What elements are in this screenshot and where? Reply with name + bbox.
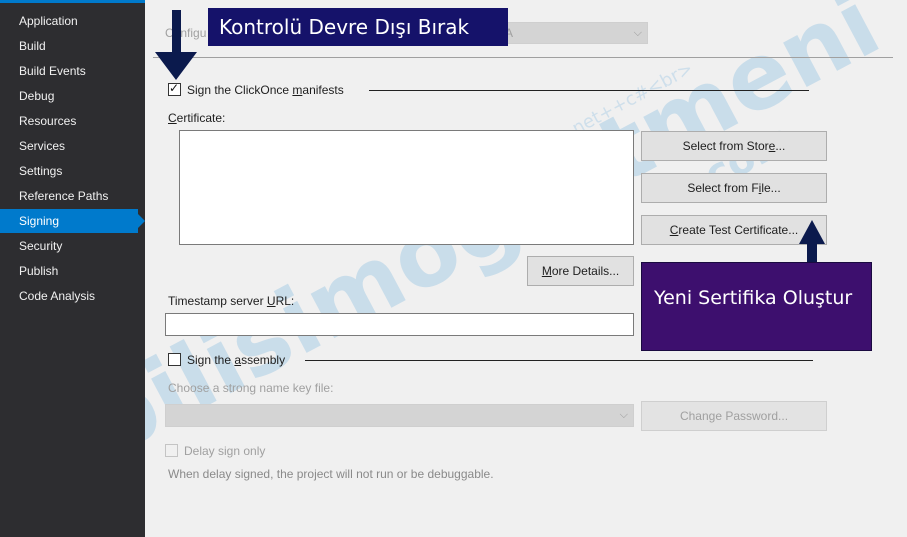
sidebar-item-resources[interactable]: Resources xyxy=(0,109,138,133)
sidebar-item-publish[interactable]: Publish xyxy=(0,259,138,283)
select-from-file-button[interactable]: Select from File... xyxy=(641,173,827,203)
sidebar-item-application[interactable]: Application xyxy=(0,9,138,33)
sidebar-item-settings[interactable]: Settings xyxy=(0,159,138,183)
sidebar-item-signing[interactable]: Signing xyxy=(0,209,145,233)
sidebar-item-reference-paths[interactable]: Reference Paths xyxy=(0,184,138,208)
annotation-callout-new-certificate: Yeni Sertifika Oluştur xyxy=(641,262,872,351)
annotation-callout-disable: Kontrolü Devre Dışı Bırak xyxy=(208,8,508,46)
sidebar: Application Build Build Events Debug Res… xyxy=(0,0,145,537)
sidebar-item-services[interactable]: Services xyxy=(0,134,138,158)
certificate-details-box[interactable] xyxy=(179,130,634,245)
certificate-label: Certificate: xyxy=(168,111,226,125)
sign-clickonce-label[interactable]: Sign the ClickOnce manifests xyxy=(187,83,344,97)
sidebar-item-build[interactable]: Build xyxy=(0,34,138,58)
sidebar-accent-line xyxy=(0,0,145,3)
chevron-down-icon: ⌵ xyxy=(619,408,628,421)
sign-assembly-label[interactable]: Sign the assembly xyxy=(187,353,285,367)
delay-sign-note: When delay signed, the project will not … xyxy=(168,467,494,481)
clickonce-group-line xyxy=(369,90,809,91)
signing-panel: bilisimogretmeni .com <br>php.net++c#<br… xyxy=(145,0,907,537)
configuration-combo[interactable]: A ⌵ xyxy=(500,22,648,44)
change-password-button[interactable]: Change Password... xyxy=(641,401,827,431)
strong-name-key-combo[interactable]: ⌵ xyxy=(165,404,634,427)
annotation-arrow-down-icon xyxy=(155,10,197,80)
delay-sign-label[interactable]: Delay sign only xyxy=(184,444,265,458)
sidebar-item-code-analysis[interactable]: Code Analysis xyxy=(0,284,138,308)
sidebar-item-security[interactable]: Security xyxy=(0,234,138,258)
timestamp-url-label: Timestamp server URL: xyxy=(168,294,295,308)
strong-name-key-label: Choose a strong name key file: xyxy=(168,381,334,395)
sign-clickonce-checkbox[interactable] xyxy=(168,81,181,96)
more-details-button[interactable]: More Details... xyxy=(527,256,634,286)
delay-sign-checkbox[interactable] xyxy=(165,444,178,457)
sign-assembly-checkbox[interactable] xyxy=(168,353,181,366)
sidebar-item-build-events[interactable]: Build Events xyxy=(0,59,138,83)
sidebar-item-debug[interactable]: Debug xyxy=(0,84,138,108)
chevron-down-icon: ⌵ xyxy=(633,26,642,39)
timestamp-url-input[interactable] xyxy=(165,313,634,336)
assembly-group-line xyxy=(305,360,813,361)
select-from-store-button[interactable]: Select from Store... xyxy=(641,131,827,161)
separator xyxy=(153,57,893,58)
